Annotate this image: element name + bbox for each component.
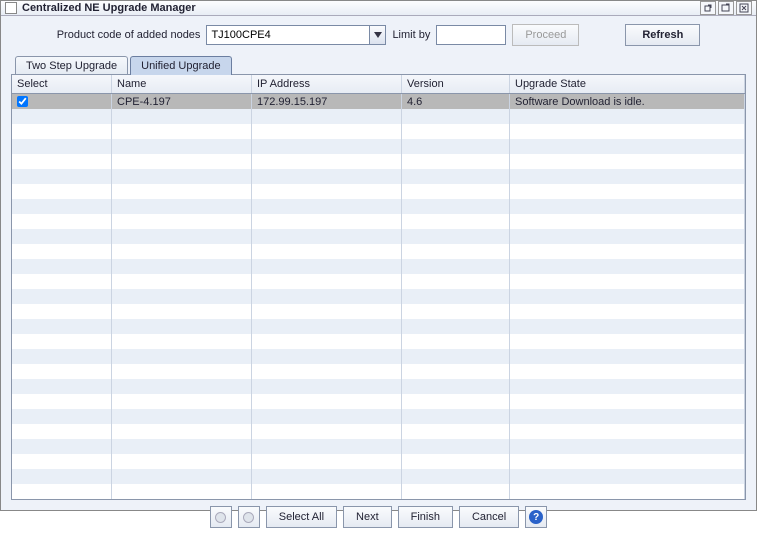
table-row (12, 154, 745, 169)
table-row (12, 139, 745, 154)
table-row (12, 289, 745, 304)
cancel-button[interactable]: Cancel (459, 506, 519, 528)
col-name[interactable]: Name (112, 75, 252, 93)
table-row (12, 304, 745, 319)
cell-name: CPE-4.197 (112, 94, 252, 109)
tab-unified-upgrade[interactable]: Unified Upgrade (130, 56, 232, 75)
help-icon: ? (529, 510, 543, 524)
table-row (12, 259, 745, 274)
window-icon (5, 2, 17, 14)
upgrade-manager-window: Centralized NE Upgrade Manager Product c… (0, 0, 757, 511)
proceed-button[interactable]: Proceed (512, 24, 579, 46)
col-state[interactable]: Upgrade State (510, 75, 745, 93)
table-row (12, 364, 745, 379)
limit-by-label: Limit by (392, 29, 430, 41)
cell-ip: 172.99.15.197 (252, 94, 402, 109)
table-row (12, 349, 745, 364)
table-panel: Select Name IP Address Version Upgrade S… (11, 74, 746, 500)
table-row (12, 199, 745, 214)
col-version[interactable]: Version (402, 75, 510, 93)
product-code-input[interactable] (206, 25, 386, 45)
tab-two-step-upgrade[interactable]: Two Step Upgrade (15, 56, 128, 75)
titlebar: Centralized NE Upgrade Manager (1, 1, 756, 16)
col-ip[interactable]: IP Address (252, 75, 402, 93)
refresh-button[interactable]: Refresh (625, 24, 700, 46)
close-icon[interactable] (736, 1, 752, 15)
table-row (12, 454, 745, 469)
chevron-down-icon[interactable] (369, 26, 385, 44)
nav-prev-button[interactable] (210, 506, 232, 528)
limit-by-input[interactable] (436, 25, 506, 45)
nav-next-button[interactable] (238, 506, 260, 528)
table-row (12, 439, 745, 454)
next-button[interactable]: Next (343, 506, 392, 528)
footer-toolbar: Select All Next Finish Cancel ? (11, 500, 746, 532)
table-row (12, 424, 745, 439)
table-row[interactable]: CPE-4.197172.99.15.1974.6Software Downlo… (12, 94, 745, 109)
table-body[interactable]: CPE-4.197172.99.15.1974.6Software Downlo… (12, 94, 745, 499)
select-all-button[interactable]: Select All (266, 506, 337, 528)
table-row (12, 484, 745, 499)
table-row (12, 184, 745, 199)
cell-version: 4.6 (402, 94, 510, 109)
tab-bar: Two Step Upgrade Unified Upgrade (11, 56, 746, 75)
row-select-checkbox[interactable] (17, 96, 28, 107)
table-row (12, 274, 745, 289)
table-row (12, 469, 745, 484)
table-row (12, 409, 745, 424)
col-select[interactable]: Select (12, 75, 112, 93)
table-row (12, 394, 745, 409)
table-row (12, 109, 745, 124)
maximize-icon[interactable] (718, 1, 734, 15)
table-row (12, 319, 745, 334)
finish-button[interactable]: Finish (398, 506, 453, 528)
table-row (12, 334, 745, 349)
cell-state: Software Download is idle. (510, 94, 745, 109)
window-title: Centralized NE Upgrade Manager (22, 2, 196, 14)
table-row (12, 229, 745, 244)
table-row (12, 379, 745, 394)
table-row (12, 124, 745, 139)
detach-icon[interactable] (700, 1, 716, 15)
content-area: Product code of added nodes Limit by Pro… (1, 16, 756, 540)
table-row (12, 169, 745, 184)
table-header: Select Name IP Address Version Upgrade S… (12, 75, 745, 94)
product-code-label: Product code of added nodes (57, 29, 201, 41)
help-button[interactable]: ? (525, 506, 547, 528)
filter-toolbar: Product code of added nodes Limit by Pro… (11, 24, 746, 46)
product-code-select[interactable] (206, 25, 386, 45)
cell-select (12, 94, 112, 109)
table-row (12, 214, 745, 229)
table-row (12, 244, 745, 259)
